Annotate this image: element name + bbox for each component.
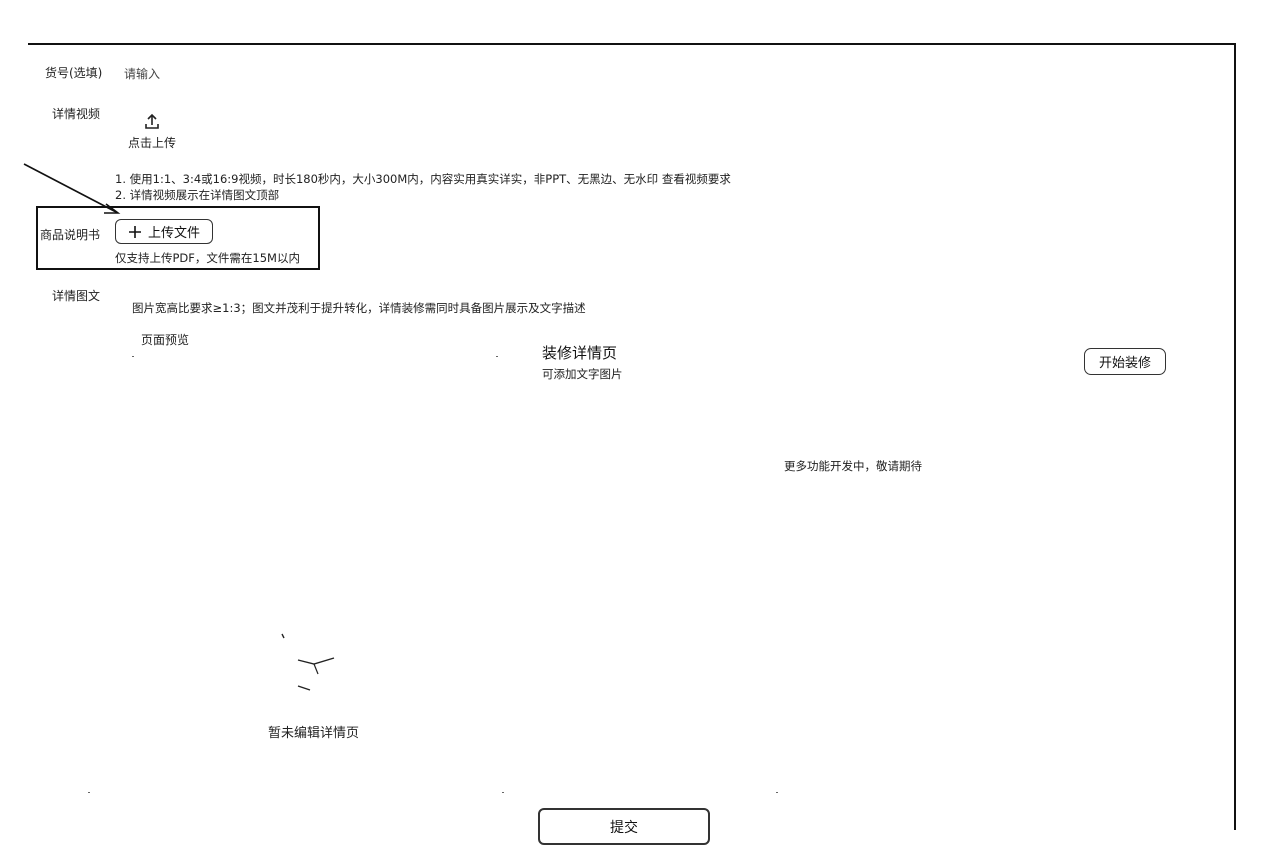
preview-left-mark	[132, 356, 134, 357]
upload-file-label: 上传文件	[147, 226, 200, 241]
item-number-input[interactable]: 请输入	[124, 65, 160, 82]
video-upload-button[interactable]: 点击上传	[126, 112, 178, 151]
upload-icon	[142, 112, 162, 132]
detail-video-label: 详情视频	[52, 107, 101, 121]
submit-button[interactable]: 提交	[538, 808, 710, 845]
manual-label: 商品说明书	[40, 228, 101, 242]
video-note-2: 2. 详情视频展示在详情图文顶部	[115, 188, 280, 202]
preview-right-mark	[496, 356, 498, 357]
item-number-label: 货号(选填)	[45, 66, 103, 80]
decorate-subtitle: 可添加文字图片	[542, 367, 623, 381]
footer-mark-1	[88, 792, 90, 793]
empty-state-icon	[281, 633, 335, 691]
detail-graphic-hint: 图片宽高比要求≥1:3；图文并茂利于提升转化，详情装修需同时具备图片展示及文字描…	[132, 301, 586, 315]
start-decorate-button[interactable]: 开始装修	[1084, 348, 1166, 375]
video-note-1: 1. 使用1:1、3:4或16:9视频，时长180秒内，大小300M内，内容实用…	[115, 172, 731, 186]
more-features-text: 更多功能开发中，敬请期待	[784, 459, 922, 473]
manual-hint: 仅支持上传PDF，文件需在15M以内	[115, 251, 300, 265]
empty-state-text: 暂未编辑详情页	[268, 726, 360, 741]
frame-right-border	[1234, 43, 1236, 830]
decorate-title: 装修详情页	[542, 344, 618, 362]
footer-mark-3	[776, 792, 778, 793]
frame-top-border	[28, 43, 1236, 45]
upload-file-button[interactable]: 上传文件	[115, 219, 213, 244]
video-upload-label: 点击上传	[127, 136, 176, 150]
footer-mark-2	[502, 792, 504, 793]
page-preview-label: 页面预览	[141, 333, 190, 347]
detail-graphic-label: 详情图文	[52, 289, 101, 303]
plus-icon	[128, 225, 141, 238]
